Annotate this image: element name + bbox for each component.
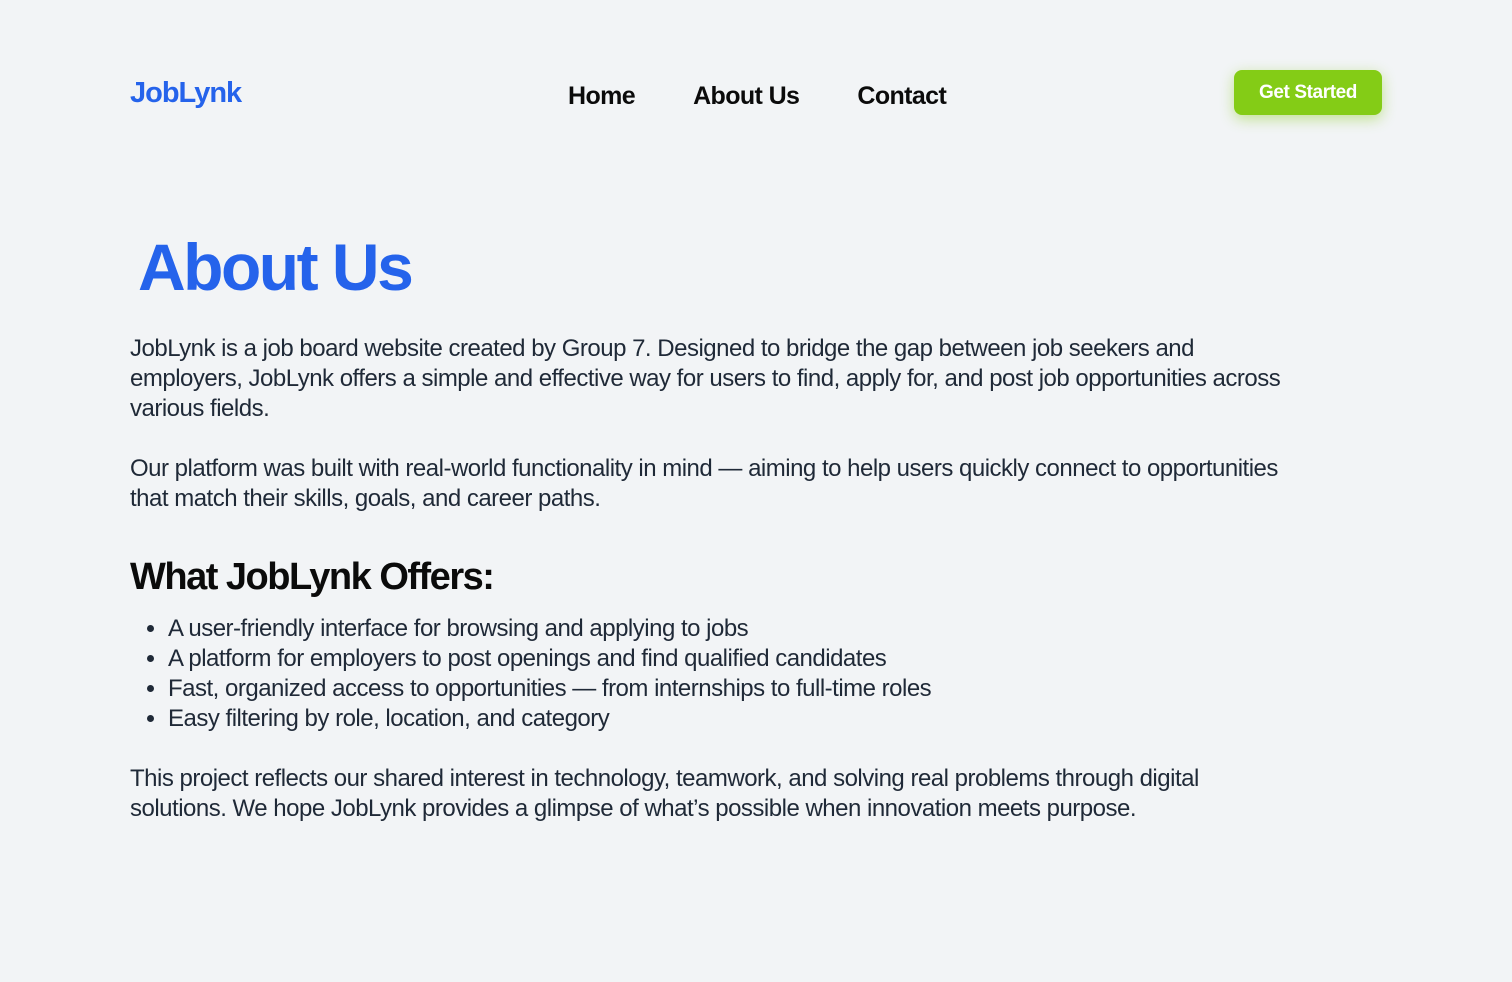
site-header: JobLynk Home About Us Contact Get Starte… [0, 0, 1512, 180]
list-item: Fast, organized access to opportunities … [168, 674, 1290, 704]
closing-paragraph: This project reflects our shared interes… [130, 765, 1199, 822]
get-started-button[interactable]: Get Started [1234, 70, 1382, 115]
offers-list: A user-friendly interface for browsing a… [130, 614, 1290, 734]
page-title: About Us [138, 230, 414, 304]
nav-link-home[interactable]: Home [568, 80, 636, 112]
main-content: About Us JobLynk is a job board website … [130, 222, 1290, 824]
main-nav: Home About Us Contact [568, 80, 947, 112]
intro-paragraph: JobLynk is a job board website created b… [130, 335, 1281, 422]
offers-heading: What JobLynk Offers: [130, 556, 495, 598]
logo[interactable]: JobLynk [130, 76, 242, 110]
list-item: A user-friendly interface for browsing a… [168, 614, 1290, 644]
platform-paragraph: Our platform was built with real-world f… [130, 455, 1278, 512]
list-item: A platform for employers to post opening… [168, 644, 1290, 674]
nav-link-contact[interactable]: Contact [857, 80, 946, 112]
list-item: Easy filtering by role, location, and ca… [168, 704, 1290, 734]
about-page: JobLynk Home About Us Contact Get Starte… [0, 0, 1512, 982]
nav-link-about-us[interactable]: About Us [693, 80, 800, 112]
